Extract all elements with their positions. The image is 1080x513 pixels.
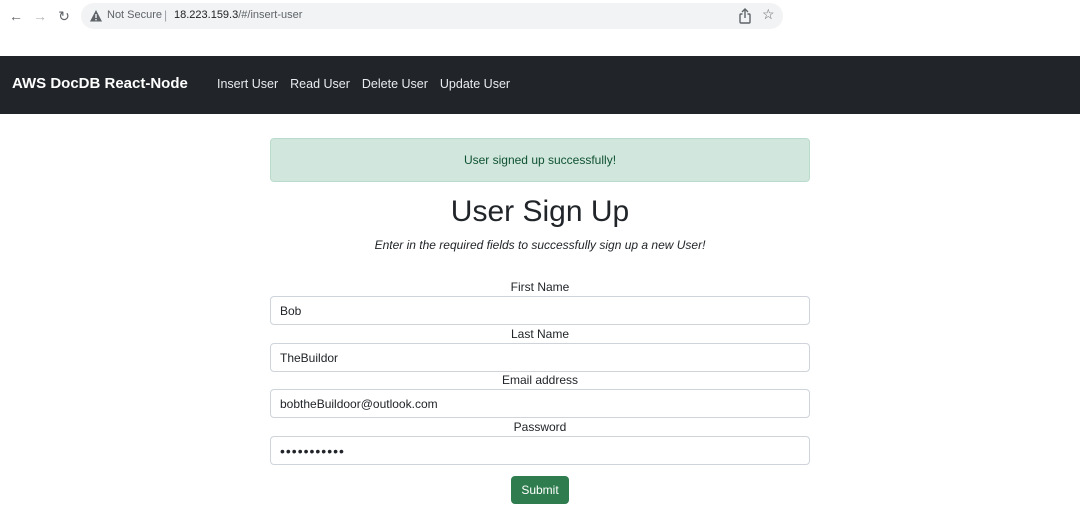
bookmark-star-icon[interactable]: ☆ — [762, 6, 775, 23]
forward-arrow-icon[interactable]: → — [30, 6, 50, 26]
nav-link-read-user[interactable]: Read User — [290, 77, 350, 91]
security-status: Not Secure — [107, 9, 163, 21]
page-subtitle: Enter in the required fields to successf… — [374, 238, 706, 252]
password-label: Password — [513, 420, 567, 434]
page-title: User Sign Up — [450, 195, 630, 228]
brand-title[interactable]: AWS DocDB React-Node — [12, 75, 188, 92]
first-name-label: First Name — [510, 280, 570, 294]
success-alert: User signed up successfully! — [270, 138, 810, 182]
nav-link-insert-user[interactable]: Insert User — [217, 77, 278, 91]
last-name-input[interactable] — [270, 343, 810, 372]
share-icon[interactable] — [738, 8, 752, 24]
app-navbar: AWS DocDB React-Node Insert User Read Us… — [0, 56, 1080, 114]
email-label: Email address — [501, 373, 579, 387]
back-arrow-icon[interactable]: ← — [6, 6, 26, 26]
address-bar[interactable]: Not Secure | 18.223.159.3/#/insert-user … — [81, 3, 783, 29]
url-host: 18.223.159.3 — [174, 9, 239, 21]
email-input[interactable] — [270, 389, 810, 418]
url-separator: | — [164, 8, 168, 22]
nav-link-update-user[interactable]: Update User — [440, 77, 510, 91]
nav-links: Insert User Read User Delete User Update… — [217, 77, 510, 91]
browser-toolbar: ← → ↻ Not Secure | 18.223.159.3/#/insert… — [0, 0, 1080, 32]
first-name-input[interactable] — [270, 296, 810, 325]
url-text: 18.223.159.3/#/insert-user — [174, 9, 302, 21]
password-input[interactable] — [270, 436, 810, 465]
submit-button[interactable]: Submit — [511, 476, 569, 504]
warning-icon — [90, 10, 102, 22]
url-path: /#/insert-user — [238, 9, 303, 21]
reload-icon[interactable]: ↻ — [54, 6, 74, 26]
nav-link-delete-user[interactable]: Delete User — [362, 77, 428, 91]
last-name-label: Last Name — [510, 327, 570, 341]
